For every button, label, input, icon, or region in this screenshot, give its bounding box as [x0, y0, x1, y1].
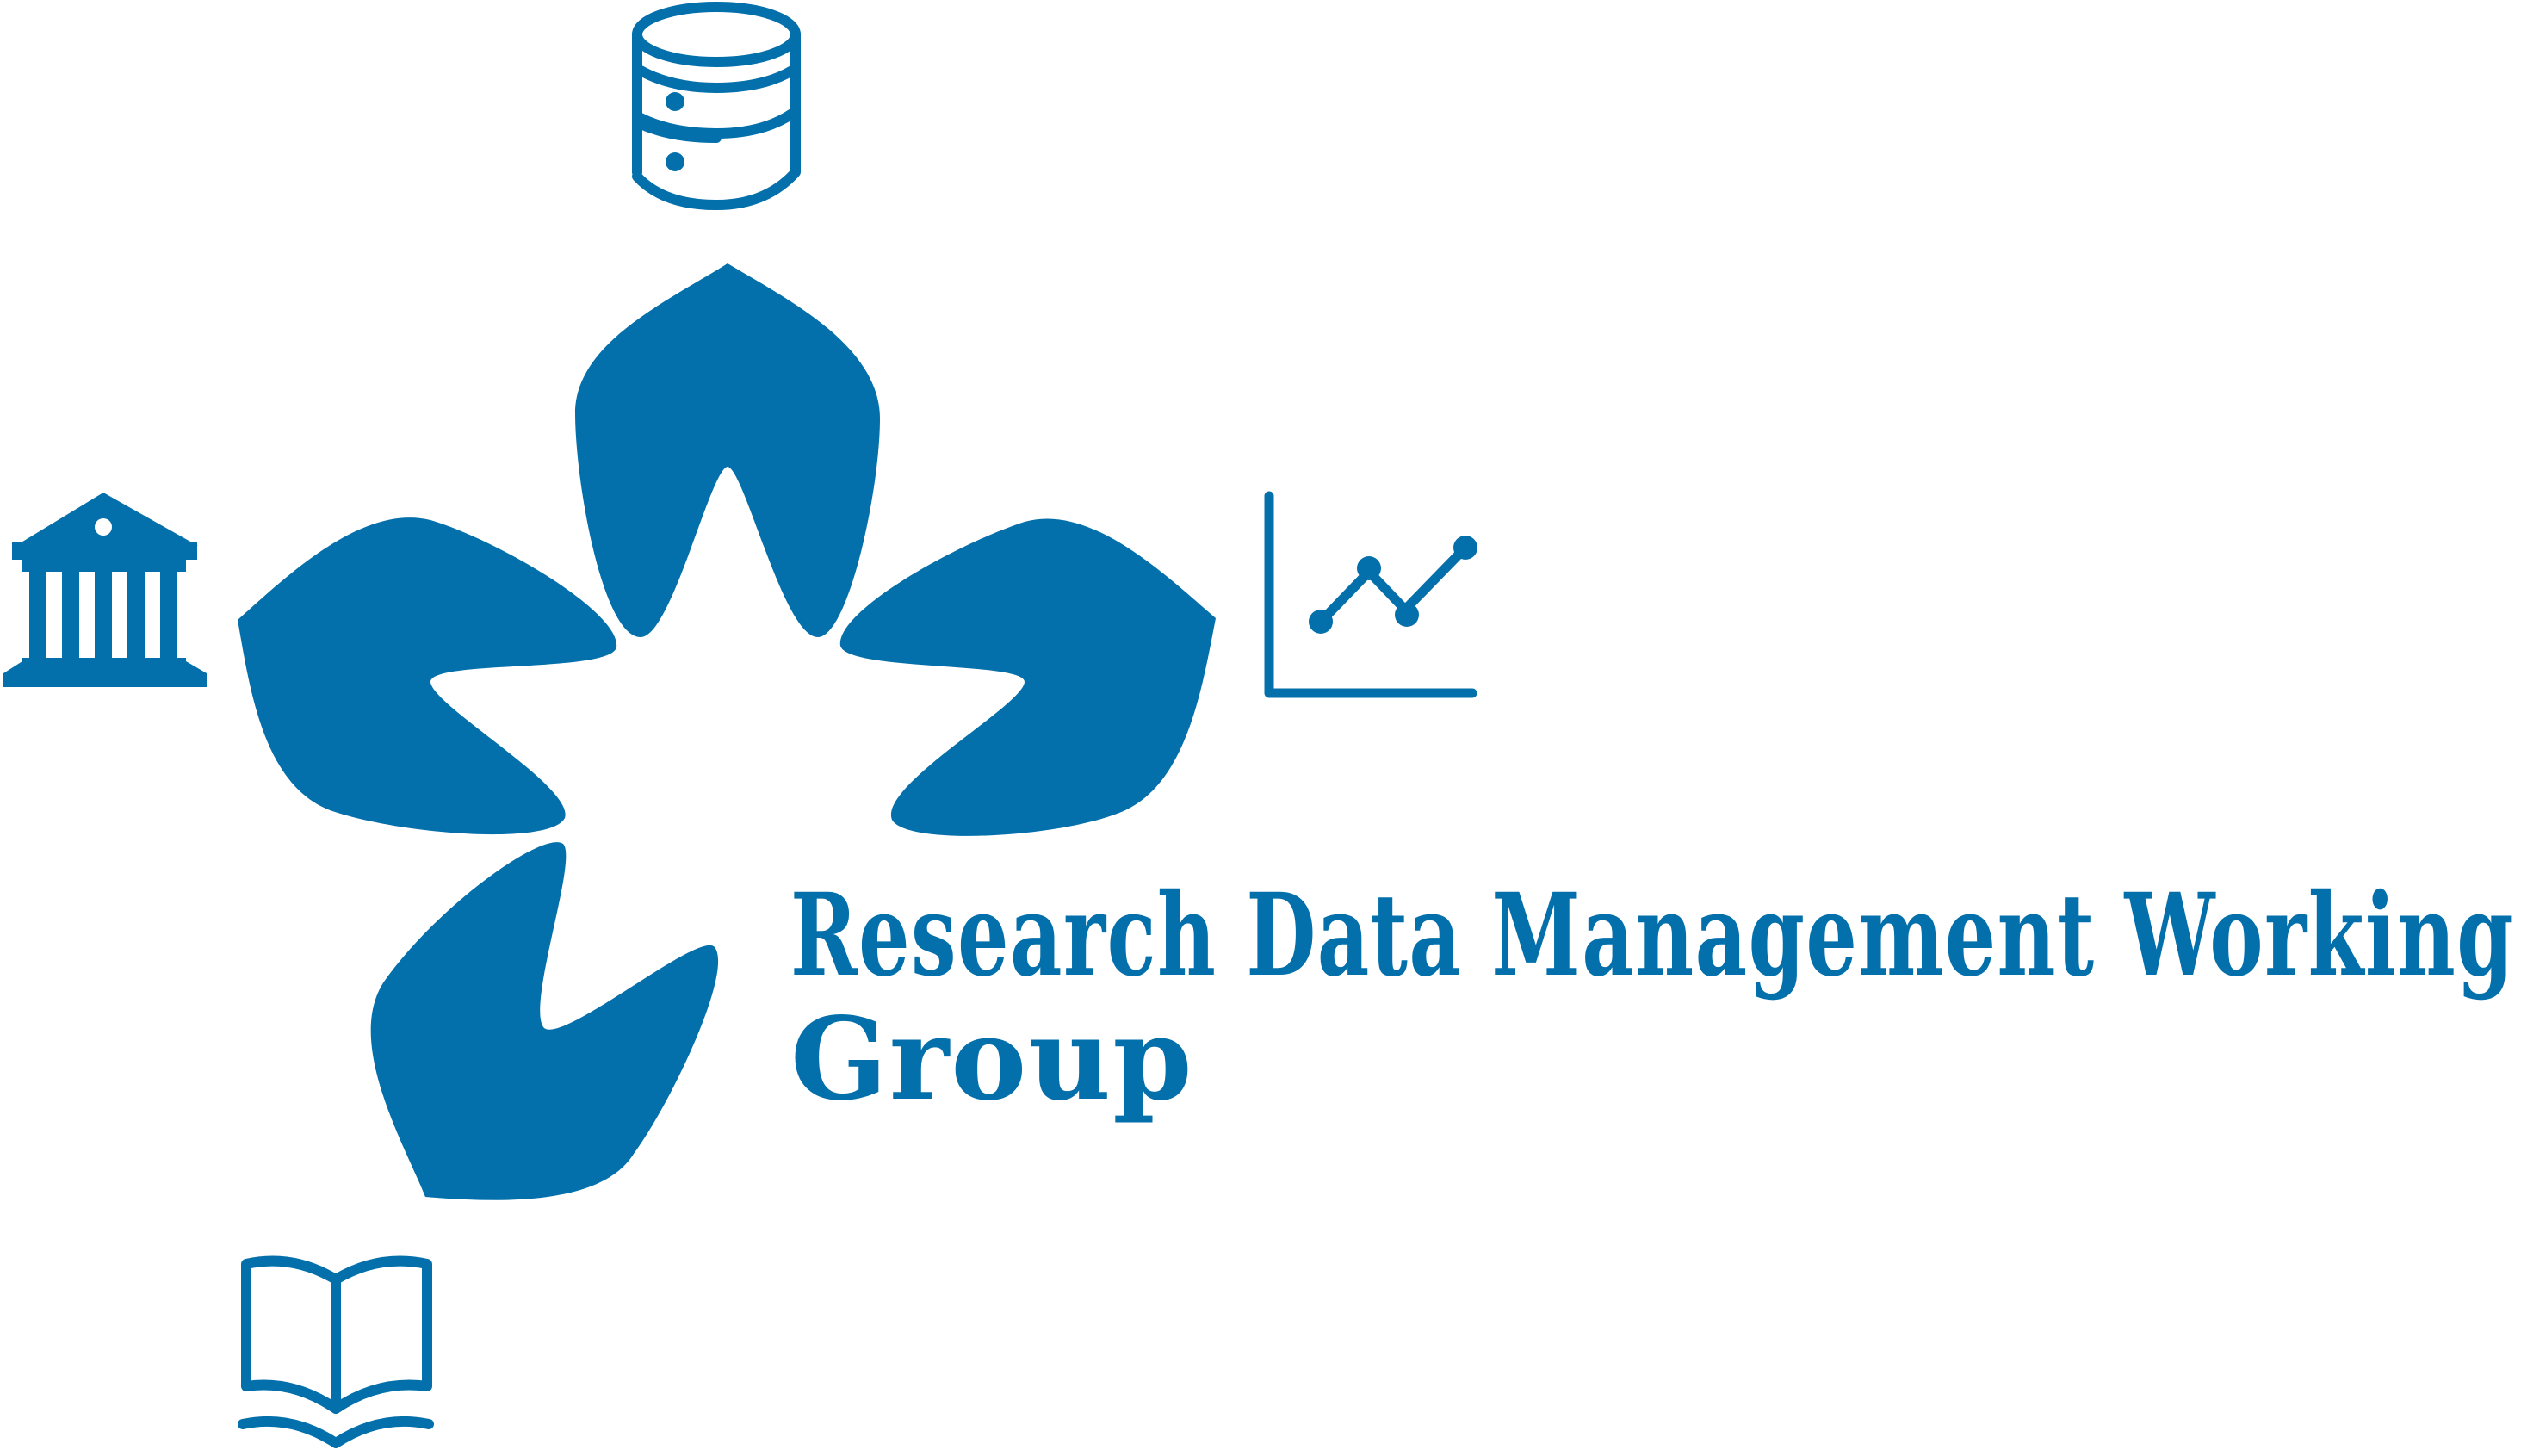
- line-chart-icon: [1264, 491, 1477, 698]
- title-line-1: Research Data Management Working: [790, 869, 2514, 1002]
- database-icon: [632, 2, 801, 210]
- open-book-icon: [238, 1255, 434, 1448]
- institution-building-icon: [3, 493, 207, 687]
- title-line-2: Group: [790, 993, 1194, 1126]
- rdm-logo: Research Data Management Working Group: [3, 2, 2514, 1448]
